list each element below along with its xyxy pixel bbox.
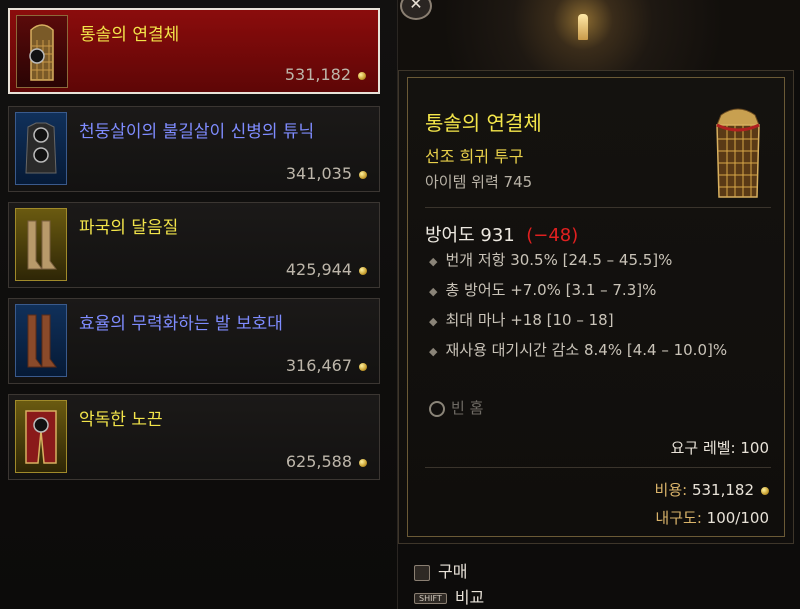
item-name: 효율의 무력화하는 발 보호대 <box>79 314 283 334</box>
tunic-icon <box>15 112 67 185</box>
item-name: 파국의 달음질 <box>79 218 179 238</box>
tooltip-title: 통솔의 연결체 <box>425 111 542 135</box>
candle-icon <box>578 14 588 40</box>
chainmail-helm-icon <box>16 15 68 88</box>
boots-icon <box>15 304 67 377</box>
diamond-bullet-icon: ◆ <box>429 345 438 358</box>
vendor-item-4[interactable]: 악독한 노끈 625,588 <box>8 394 380 480</box>
diamond-bullet-icon: ◆ <box>429 255 438 268</box>
item-price: 625,588 <box>286 452 367 471</box>
item-name: 천둥살이의 불길살이 신병의 튜닉 <box>79 122 315 142</box>
armor-stat: 방어도 931 (−48) <box>425 225 579 246</box>
item-tooltip: 통솔의 연결체 선조 희귀 투구 아이템 위력 745 방어도 931 (−48… <box>398 70 794 544</box>
item-cost: 비용: 531,182 <box>655 479 769 500</box>
vendor-item-1[interactable]: 천둥살이의 불길살이 신병의 튜닉 341,035 <box>8 106 380 192</box>
mouse-right-icon <box>414 564 430 581</box>
action-hints: 구매 SHIFT 비교 <box>398 548 800 609</box>
item-price: 425,944 <box>286 260 367 279</box>
separator <box>425 207 771 208</box>
gold-coin-icon <box>761 486 769 495</box>
gold-coin-icon <box>359 170 367 179</box>
empty-socket: 빈 홈 <box>429 397 483 418</box>
item-name: 악독한 노끈 <box>79 410 163 430</box>
item-name: 통솔의 연결체 <box>80 25 180 45</box>
vendor-item-3[interactable]: 효율의 무력화하는 발 보호대 316,467 <box>8 298 380 384</box>
buy-action[interactable]: 구매 <box>414 558 467 582</box>
gold-coin-icon <box>359 458 367 467</box>
boots-icon <box>15 208 67 281</box>
affix-1: ◆ 총 방어도 +7.0% [3.1 – 7.3]% <box>429 281 657 299</box>
required-level: 요구 레벨: 100 <box>670 439 769 457</box>
separator <box>425 467 771 468</box>
gold-coin-icon <box>358 71 366 80</box>
diamond-bullet-icon: ◆ <box>429 315 438 328</box>
item-price: 341,035 <box>286 164 367 183</box>
item-price: 531,182 <box>285 65 366 84</box>
diamond-bullet-icon: ◆ <box>429 285 438 298</box>
armor-delta: (−48) <box>526 225 579 246</box>
socket-icon <box>429 400 445 417</box>
affix-2: ◆ 최대 마나 +18 [10 – 18] <box>429 311 614 329</box>
tooltip-item-power: 아이템 위력 745 <box>425 173 533 191</box>
affix-0: ◆ 번개 저항 30.5% [24.5 – 45.5]% <box>429 251 673 269</box>
vendor-item-0[interactable]: 통솔의 연결체 531,182 <box>8 8 380 94</box>
affix-3: ◆ 재사용 대기시간 감소 8.4% [4.4 – 10.0]% <box>429 341 728 359</box>
gold-coin-icon <box>359 266 367 275</box>
vendor-item-list: 통솔의 연결체 531,182 천둥살이의 불길살이 신병의 튜닉 341,03… <box>0 0 398 609</box>
pants-icon <box>15 400 67 473</box>
shift-key-icon: SHIFT <box>414 593 447 604</box>
gold-coin-icon <box>359 362 367 371</box>
item-durability: 내구도: 100/100 <box>655 509 769 527</box>
background-scene <box>398 0 800 70</box>
chainmail-helm-icon <box>703 105 773 205</box>
item-price: 316,467 <box>286 356 367 375</box>
vendor-item-2[interactable]: 파국의 달음질 425,944 <box>8 202 380 288</box>
compare-action[interactable]: SHIFT 비교 <box>414 584 484 608</box>
tooltip-item-type: 선조 희귀 투구 <box>425 147 524 166</box>
